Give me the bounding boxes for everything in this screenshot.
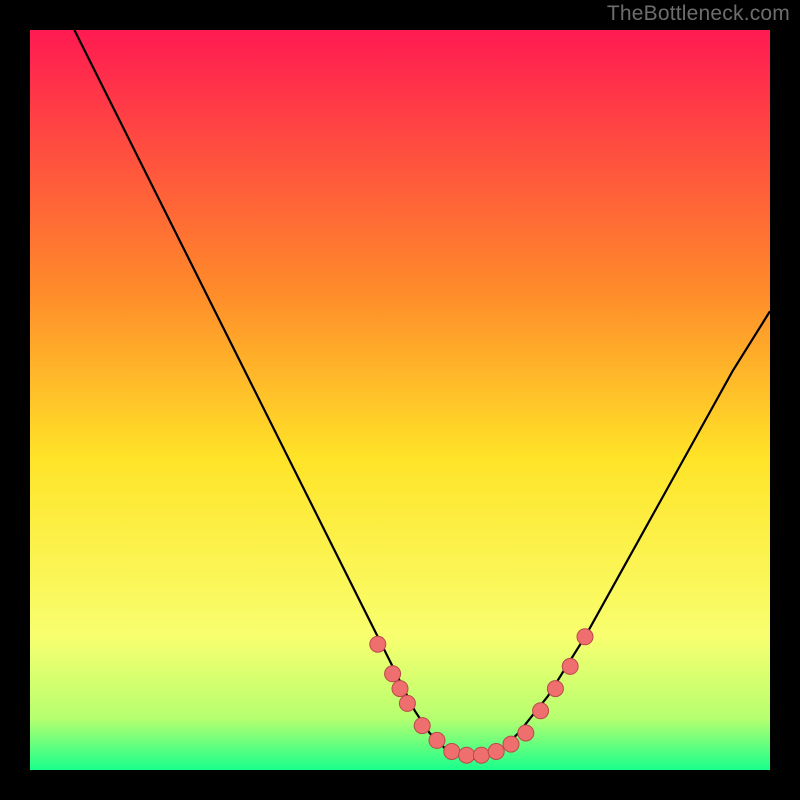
curve-marker: [577, 629, 593, 645]
curve-marker: [429, 732, 445, 748]
curve-marker: [547, 681, 563, 697]
curve-marker: [459, 747, 475, 763]
curve-marker: [399, 695, 415, 711]
curve-marker: [562, 658, 578, 674]
curve-marker: [444, 744, 460, 760]
curve-marker: [503, 736, 519, 752]
watermark-label: TheBottleneck.com: [607, 2, 790, 26]
curve-marker: [414, 718, 430, 734]
bottleneck-plot: [30, 30, 770, 770]
curve-marker: [473, 747, 489, 763]
curve-marker: [392, 681, 408, 697]
gradient-background: [30, 30, 770, 770]
curve-marker: [488, 744, 504, 760]
curve-marker: [385, 666, 401, 682]
curve-marker: [370, 636, 386, 652]
curve-marker: [518, 725, 534, 741]
curve-marker: [533, 703, 549, 719]
chart-frame: TheBottleneck.com: [0, 0, 800, 800]
plot-svg: [30, 30, 770, 770]
